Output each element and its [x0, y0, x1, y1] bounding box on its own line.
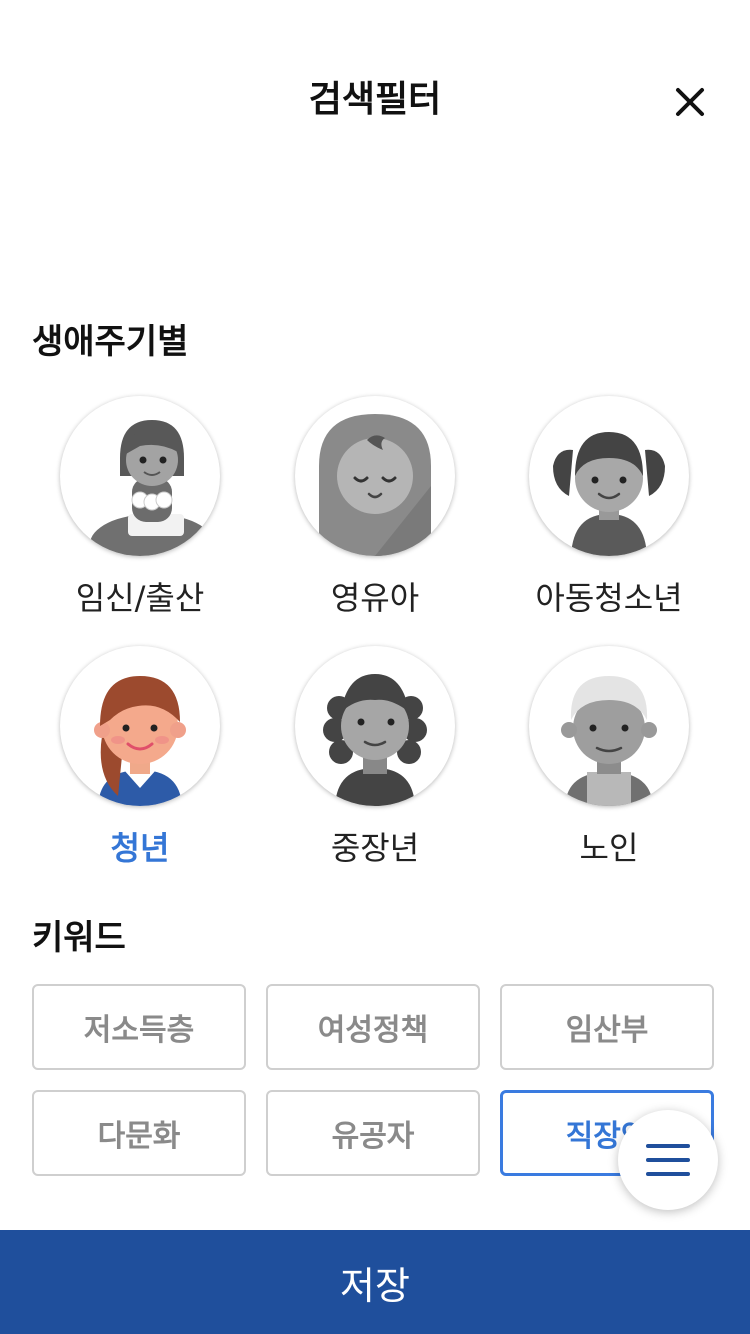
lifecycle-item-pregnancy[interactable]: 임신/출산: [23, 396, 257, 618]
avatar: [295, 646, 455, 806]
avatar: [295, 396, 455, 556]
lifecycle-item-label: 노인: [579, 829, 639, 867]
keyword-button-low-income[interactable]: 저소득층: [32, 984, 246, 1070]
avatar: [60, 396, 220, 556]
lifecycle-item-child[interactable]: 아동청소년: [492, 396, 726, 618]
keyword-section-title: 키워드: [32, 918, 126, 958]
menu-icon: [646, 1144, 690, 1176]
lifecycle-section-title: 생애주기별: [32, 322, 189, 362]
lifecycle-item-youth[interactable]: 청년: [23, 646, 257, 868]
keyword-button-pregnant[interactable]: 임산부: [500, 984, 714, 1070]
save-button[interactable]: 저장: [0, 1230, 750, 1334]
lifecycle-item-label: 청년: [110, 829, 170, 867]
pregnant-woman-icon: [90, 420, 214, 556]
young-adult-icon: [94, 676, 186, 806]
lifecycle-item-infant[interactable]: 영유아: [258, 396, 492, 618]
lifecycle-item-label: 아동청소년: [535, 579, 683, 617]
keyword-button-multicultural[interactable]: 다문화: [32, 1090, 246, 1176]
page-title: 검색필터: [308, 79, 442, 120]
baby-icon: [319, 414, 431, 556]
child-icon: [553, 432, 665, 556]
avatar: [529, 396, 689, 556]
close-icon: [676, 88, 704, 116]
lifecycle-item-middle-aged[interactable]: 중장년: [258, 646, 492, 868]
keyword-button-veterans[interactable]: 유공자: [266, 1090, 480, 1176]
lifecycle-item-elderly[interactable]: 노인: [492, 646, 726, 868]
avatar: [529, 646, 689, 806]
lifecycle-item-label: 임신/출산: [75, 579, 205, 617]
search-filter-page: 검색필터 생애주기별 임신/출산 영유아 아동청소년 청년 중장년 노인 키워드…: [0, 0, 750, 1334]
menu-fab-button[interactable]: [618, 1110, 718, 1210]
lifecycle-item-label: 중장년: [330, 829, 420, 867]
elderly-icon: [561, 676, 657, 806]
avatar: [60, 646, 220, 806]
close-button[interactable]: [664, 76, 716, 128]
keyword-button-women-policy[interactable]: 여성정책: [266, 984, 480, 1070]
lifecycle-item-label: 영유아: [330, 579, 420, 617]
middle-aged-icon: [323, 674, 427, 806]
